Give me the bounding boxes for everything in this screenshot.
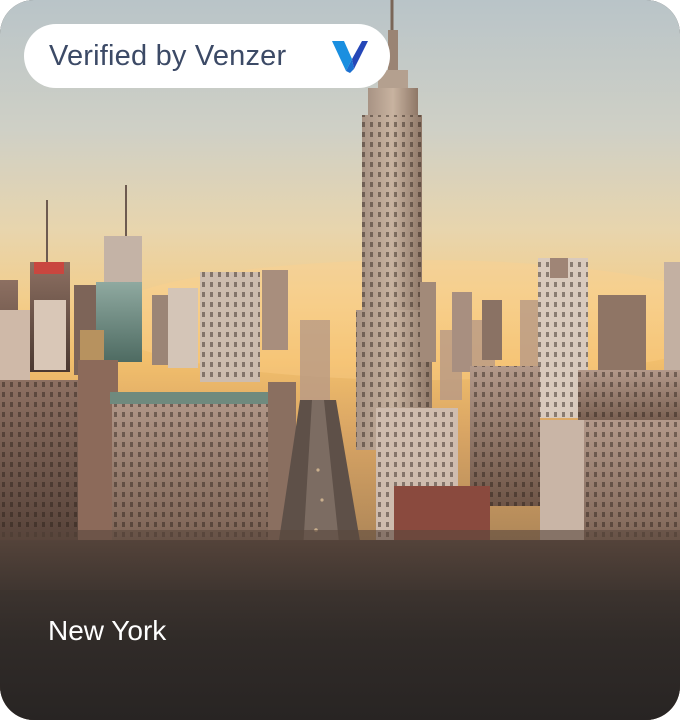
city-name: New York: [48, 615, 167, 646]
verified-badge: Verified by Venzer: [24, 24, 390, 88]
city-card[interactable]: Verified by Venzer New York: [0, 0, 680, 720]
venzer-v-logo-icon: [332, 41, 368, 73]
verified-badge-label: Verified by Venzer: [49, 39, 287, 72]
